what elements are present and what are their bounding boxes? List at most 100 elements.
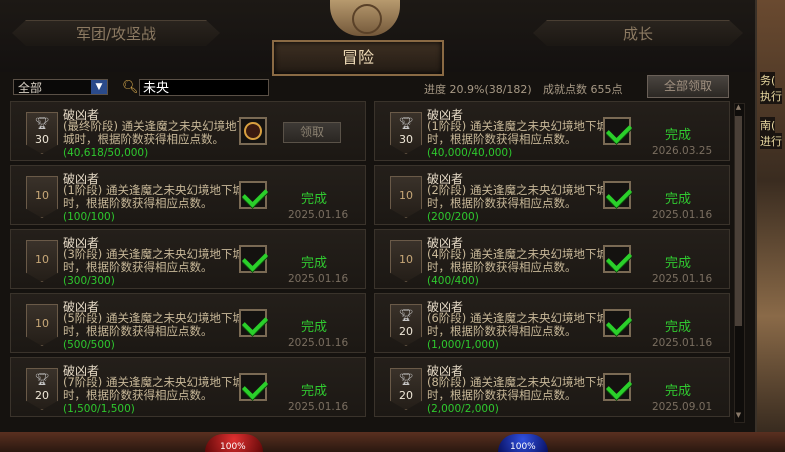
completion-date: 2025.01.16 [288, 273, 349, 285]
achievement-list: 🏆︎ 30 破凶者 (最终阶段) 通关逢魔之未央幻境地下城时，根据阶数获得相应点数。(… [10, 101, 732, 421]
complete-label: 完成 [665, 320, 692, 335]
badge-points: 10 [399, 253, 413, 266]
badge-points: 10 [35, 317, 49, 330]
achievement-card: 10 破凶者 (3阶段) 通关逢魔之未央幻境地下城时，根据阶数获得相应点数。 (300… [10, 229, 366, 289]
search-input[interactable]: 未央 [139, 79, 269, 96]
quest-tracker-text: 进行 [760, 133, 782, 149]
achievement-card: 10 破凶者 (1阶段) 通关逢魔之未央幻境地下城时，根据阶数获得相应点数。 (100… [10, 165, 366, 225]
checkmark-icon [241, 309, 269, 336]
achievement-card: 🏆︎ 30 破凶者 (最终阶段) 通关逢魔之未央幻境地下城时，根据阶数获得相应点数。(… [10, 101, 366, 161]
achievement-progress: (40,000/40,000) [427, 147, 513, 159]
achievement-description: (6阶段) 通关逢魔之未央幻境地下城时，根据阶数获得相应点数。 [427, 311, 608, 338]
achievement-progress: (400/400) [427, 275, 479, 287]
badge-points: 10 [399, 189, 413, 202]
reward-slot [239, 117, 267, 145]
points-badge: 10 [390, 240, 422, 282]
completion-date: 2025.09.01 [652, 401, 713, 413]
tab-adventure[interactable]: 冒险 [272, 40, 444, 76]
quest-tracker-text: 南( [760, 117, 776, 133]
achievement-progress: (1,500/1,500) [63, 403, 135, 415]
checkmark-icon [605, 309, 633, 336]
achievement-card: 10 破凶者 (4阶段) 通关逢魔之未央幻境地下城时，根据阶数获得相应点数。 (400… [374, 229, 730, 289]
claim-all-button[interactable]: 全部领取 [647, 75, 729, 98]
checkmark-icon [605, 117, 633, 144]
achievement-progress: (300/300) [63, 275, 115, 287]
points-badge: 10 [26, 304, 58, 346]
reward-slot [603, 117, 633, 145]
mp-percent: 100% [510, 442, 536, 452]
badge-points: 10 [35, 253, 49, 266]
completion-date: 2025.01.16 [288, 337, 349, 349]
complete-label: 完成 [665, 256, 692, 271]
achievement-card: 🏆︎ 20 破凶者 (8阶段) 通关逢魔之未央幻境地下城时，根据阶数获得相应点数。 (2… [374, 357, 730, 417]
achievement-panel: 军团/攻坚战 成长 冒险 全部 ▼ 🔍︎ 未央 进度 20.9%(38/182)… [0, 0, 757, 440]
reward-slot [239, 245, 269, 273]
scrollbar-thumb[interactable] [735, 116, 742, 326]
checkmark-icon [605, 181, 633, 208]
complete-label: 完成 [665, 192, 692, 207]
points-badge: 🏆︎ 20 [390, 304, 422, 346]
checkmark-icon [605, 373, 633, 400]
chevron-down-icon[interactable]: ▼ [91, 80, 107, 94]
completion-date: 2025.01.16 [652, 337, 713, 349]
reward-slot [239, 309, 269, 337]
trophy-icon: 🏆︎ [398, 308, 414, 322]
completion-date: 2025.01.16 [652, 209, 713, 221]
reward-slot [603, 245, 633, 273]
complete-label: 完成 [665, 384, 692, 399]
achievement-description: (3阶段) 通关逢魔之未央幻境地下城时，根据阶数获得相应点数。 [63, 247, 244, 274]
achievement-progress: (200/200) [427, 211, 479, 223]
tab-legion[interactable]: 军团/攻坚战 [12, 20, 220, 46]
badge-points: 30 [399, 133, 413, 146]
reward-slot [239, 181, 269, 209]
complete-label: 完成 [301, 192, 328, 207]
trophy-icon: 🏆︎ [398, 372, 414, 386]
complete-label: 完成 [301, 384, 328, 399]
reward-slot [603, 181, 633, 209]
category-select[interactable]: 全部 ▼ [13, 79, 108, 95]
reward-slot [603, 309, 633, 337]
search-icon: 🔍︎ [122, 80, 139, 95]
reward-slot [603, 373, 633, 401]
badge-points: 30 [35, 133, 49, 146]
trophy-icon: 🏆︎ [34, 116, 50, 130]
game-hotbar [0, 432, 785, 452]
complete-label: 完成 [301, 256, 328, 271]
scroll-up-icon[interactable]: ▲ [734, 103, 743, 113]
trophy-icon: 🏆︎ [398, 116, 414, 130]
complete-label: 完成 [301, 320, 328, 335]
points-badge: 🏆︎ 20 [26, 368, 58, 410]
category-select-value: 全部 [18, 81, 43, 95]
achievement-card: 🏆︎ 30 破凶者 (1阶段) 通关逢魔之未央幻境地下城时，根据阶数获得相应点数。 (4… [374, 101, 730, 161]
compass-icon [352, 4, 382, 34]
achievement-progress: (500/500) [63, 339, 115, 351]
quest-tracker-text: 务( [760, 72, 776, 88]
achievement-description: (最终阶段) 通关逢魔之未央幻境地下城时，根据阶数获得相应点数。 [63, 119, 249, 146]
points-badge: 10 [390, 176, 422, 218]
completion-date: 2025.01.16 [288, 209, 349, 221]
badge-points: 20 [399, 389, 413, 402]
completion-date: 2025.01.16 [288, 401, 349, 413]
achievement-progress: (100/100) [63, 211, 115, 223]
reward-emblem-icon [244, 122, 262, 140]
points-badge: 🏆︎ 20 [390, 368, 422, 410]
points-badge: 10 [26, 240, 58, 282]
achievement-description: (2阶段) 通关逢魔之未央幻境地下城时，根据阶数获得相应点数。 [427, 183, 608, 210]
points-badge: 10 [26, 176, 58, 218]
achievement-progress: (1,000/1,000) [427, 339, 499, 351]
claim-button[interactable]: 领取 [283, 122, 341, 143]
scroll-down-icon[interactable]: ▼ [734, 411, 743, 421]
tab-growth[interactable]: 成长 [533, 20, 743, 46]
quest-tracker-text: 执行 [760, 88, 782, 104]
badge-points: 20 [399, 325, 413, 338]
completion-date: 2026.03.25 [652, 145, 713, 157]
reward-slot [239, 373, 269, 401]
points-badge: 🏆︎ 30 [26, 112, 58, 154]
achievement-description: (1阶段) 通关逢魔之未央幻境地下城时，根据阶数获得相应点数。 [427, 119, 608, 146]
points-summary: 成就点数 655点 [543, 83, 623, 96]
achievement-card: 10 破凶者 (2阶段) 通关逢魔之未央幻境地下城时，根据阶数获得相应点数。 (200… [374, 165, 730, 225]
achievement-description: (8阶段) 通关逢魔之未央幻境地下城时，根据阶数获得相应点数。 [427, 375, 608, 402]
badge-points: 20 [35, 389, 49, 402]
checkmark-icon [241, 245, 269, 272]
achievement-progress: (2,000/2,000) [427, 403, 499, 415]
